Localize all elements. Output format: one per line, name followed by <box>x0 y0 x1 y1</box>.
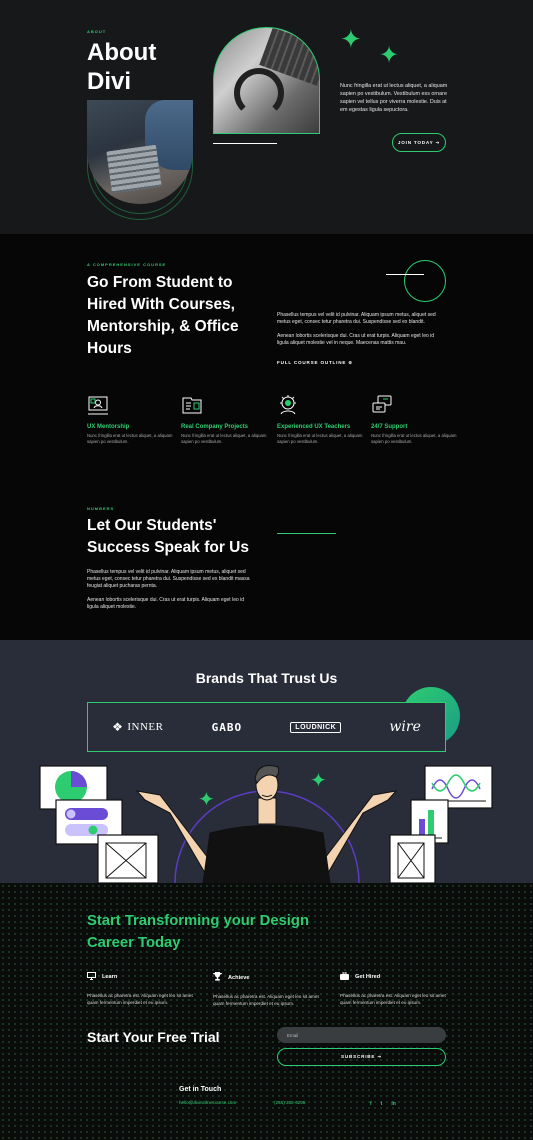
numbers-title: Let Our Students' Success Speak for Us <box>87 517 249 556</box>
feature-card: UX Mentorship Nunc fringilla erat ut lec… <box>87 394 177 445</box>
contact-phone-link[interactable]: (255) 352-6258 <box>274 1100 305 1105</box>
diamond-icon: ❖ <box>112 719 124 734</box>
image-placeholder-card <box>97 834 159 883</box>
monitor-icon <box>87 972 96 982</box>
feature-desc: Nunc fringilla erat ut lectus aliquet, a… <box>87 433 173 444</box>
feature-title: Real Company Projects <box>181 424 249 430</box>
feature-card: Real Company Projects Nunc fringilla era… <box>181 394 271 445</box>
benefit-text: Phasellus ac pharetra est. Aliquam eget … <box>340 993 446 1005</box>
numbers-paragraph: Phasellus tempus vel velit id pulvinar. … <box>87 569 250 590</box>
numbers-paragraph: Aenean lobortis scelerisque dui. Cras ut… <box>87 597 245 611</box>
feature-desc: Nunc fringilla erat ut lectus aliquet, a… <box>181 433 267 444</box>
brand-logo-gabo: GABO <box>211 720 243 734</box>
course-paragraph: Phasellus tempus vel velit id pulvinar. … <box>277 312 436 326</box>
numbers-eyebrow: NUMBERS <box>87 506 115 511</box>
feature-title: 24/7 Support <box>371 424 408 430</box>
brand-logo-loudnick: LOUDNICK <box>290 721 342 733</box>
decor-circle <box>404 260 446 302</box>
trophy-icon <box>212 972 223 983</box>
benefit-column: Learn Phasellus ac pharetra est. Aliquam… <box>87 972 195 1006</box>
contact-email-link[interactable]: hello@divionlinecourse.com <box>179 1100 236 1105</box>
course-title: Go From Student to Hired With Courses, M… <box>87 274 239 357</box>
feature-desc: Nunc fringilla erat ut lectus aliquet, a… <box>371 433 457 444</box>
benefit-label: Get Hired <box>355 974 381 980</box>
brand-logo-inner: ❖ INNER <box>112 719 164 734</box>
brand-logo-wire: wire <box>389 719 421 735</box>
social-links: f t in <box>370 1101 396 1107</box>
feature-desc: Nunc fringilla erat ut lectus aliquet, a… <box>277 433 363 444</box>
briefcase-icon <box>340 971 349 982</box>
mentorship-icon <box>87 394 109 416</box>
trial-section: Start Transforming your Design Career To… <box>0 883 533 1140</box>
brands-title: Brands That Trust Us <box>195 670 338 686</box>
subscribe-button[interactable]: SUBSCRIBE ➔ <box>277 1048 446 1066</box>
linkedin-icon[interactable]: in <box>391 1101 395 1107</box>
course-paragraph: Aenean lobortis scelerisque dui. Cras ut… <box>277 333 435 347</box>
decor-line <box>386 274 424 275</box>
twitter-icon[interactable]: t <box>381 1101 383 1107</box>
divider-line <box>213 143 277 144</box>
trial-title: Start Transforming your Design Career To… <box>87 913 309 951</box>
headphones-photo <box>213 27 320 134</box>
teachers-icon <box>277 394 299 416</box>
hero-description: Nunc fringilla erat ut lectus aliquet, a… <box>340 83 448 113</box>
free-trial-heading: Start Your Free Trial <box>87 1029 220 1045</box>
brand-logos: ❖ INNER GABO LOUDNICK wire <box>87 702 446 752</box>
hero-section: ABOUT About Divi ✦ ✦ Nunc fringilla erat… <box>0 0 533 234</box>
sparkle-icon: ✦ <box>198 789 215 811</box>
feature-title: Experienced UX Teachers <box>277 424 351 430</box>
course-section: A COMPREHENSIVE COURSE Go From Student t… <box>0 234 533 640</box>
benefit-column: Get Hired Phasellus ac pharetra est. Ali… <box>340 971 448 1006</box>
feature-card: Experienced UX Teachers Nunc fringilla e… <box>277 394 367 445</box>
feature-card: 24/7 Support Nunc fringilla erat ut lect… <box>371 394 461 445</box>
image-placeholder-card <box>389 834 436 883</box>
brands-section: Brands That Trust Us ❖ INNER GABO LOUDNIC… <box>0 640 533 883</box>
projects-icon <box>181 394 203 416</box>
feature-title: UX Mentorship <box>87 424 130 430</box>
divider-line <box>277 533 336 534</box>
student-photo <box>87 100 193 204</box>
benefit-text: Phasellus ac pharetra est. Aliquam eget … <box>87 993 193 1005</box>
benefit-column: Achieve Phasellus ac pharetra est. Aliqu… <box>212 972 321 1007</box>
benefit-label: Learn <box>102 974 118 980</box>
support-icon <box>371 394 393 416</box>
facebook-icon[interactable]: f <box>370 1101 372 1107</box>
illustration: ✦ ✦ <box>39 765 493 883</box>
benefit-text: Phasellus ac pharetra est. Aliquam eget … <box>213 994 319 1006</box>
hero-eyebrow: ABOUT <box>87 29 107 34</box>
sparkle-icon: ✦ <box>379 42 400 69</box>
join-today-button[interactable]: JOIN TODAY ➔ <box>392 133 446 152</box>
course-eyebrow: A COMPREHENSIVE COURSE <box>87 262 167 267</box>
email-field[interactable]: Email <box>277 1027 446 1043</box>
sparkle-icon: ✦ <box>310 770 327 792</box>
course-outline-link[interactable]: FULL COURSE OUTLINE ⊕ <box>277 360 353 366</box>
sparkle-icon: ✦ <box>340 24 362 54</box>
page-title: About Divi <box>87 39 157 95</box>
benefit-label: Achieve <box>228 974 250 981</box>
contact-heading: Get in Touch <box>179 1086 222 1093</box>
